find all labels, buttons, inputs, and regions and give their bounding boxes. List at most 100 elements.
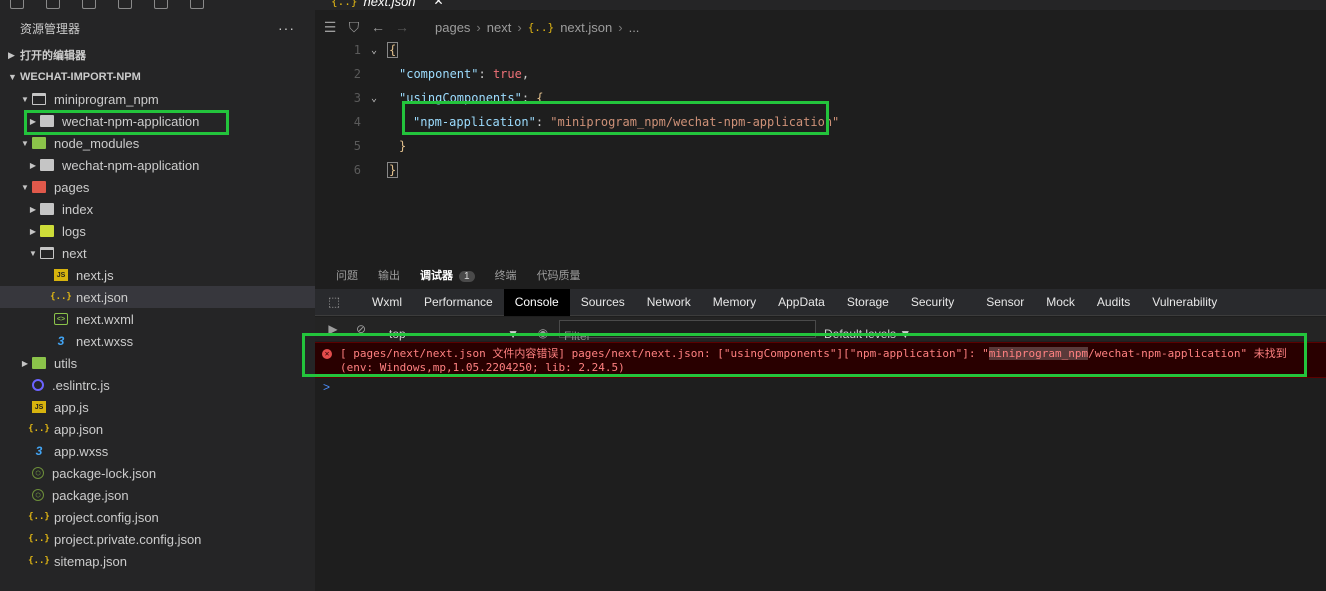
chevron-down-icon[interactable]: ▼ [26, 249, 40, 258]
project-label: WECHAT-IMPORT-NPM [20, 71, 141, 83]
inspect-element-icon[interactable]: ⬚ [319, 294, 349, 310]
json-icon: {..} [28, 512, 50, 522]
devtools-tab-sources[interactable]: Sources [570, 289, 636, 316]
devtools-tab-wxml[interactable]: Wxml [361, 289, 413, 316]
clear-console-icon[interactable]: ⊘ [351, 322, 371, 336]
tree-item[interactable]: .eslintrc.js [0, 374, 315, 396]
activity-bar [0, 0, 315, 12]
devtools-tab-console[interactable]: Console [503, 288, 570, 316]
line-number: 2 [353, 67, 361, 81]
tree-item[interactable]: ▶ index [0, 198, 315, 220]
tree-item[interactable]: ▼ miniprogram_npm [0, 88, 315, 110]
console-prompt[interactable]: > [323, 380, 330, 394]
panel-tab[interactable]: 输出 [378, 267, 400, 283]
context-value: top [389, 327, 406, 341]
chevron-right-icon[interactable]: ▶ [26, 161, 40, 170]
breadcrumb-file[interactable]: next.json [560, 20, 612, 35]
tree-item-label: utils [54, 355, 78, 371]
folder-logs-icon [40, 225, 54, 237]
devtools-tab-sensor[interactable]: Sensor [975, 289, 1035, 316]
tree-item[interactable]: ⬡ package.json [0, 484, 315, 506]
tree-item[interactable]: {..} project.private.config.json [0, 528, 315, 550]
code-line-4: 4 "npm-application": "miniprogram_npm/we… [315, 110, 840, 134]
fold-chevron-icon[interactable]: ⌄ [361, 45, 387, 56]
tree-item[interactable]: {..} project.config.json [0, 506, 315, 528]
tree-item[interactable]: ▶ wechat-npm-application [0, 154, 315, 176]
devtools-tab-network[interactable]: Network [636, 289, 702, 316]
list-icon[interactable]: ☰ [321, 19, 339, 36]
chevron-right-icon[interactable]: ▶ [18, 359, 32, 368]
fold-chevron-icon[interactable]: ⌄ [361, 93, 387, 104]
tree-item[interactable]: JS app.js [0, 396, 315, 418]
breadcrumb-pages[interactable]: pages [435, 20, 470, 35]
editor-tab-bar: {..} next.json ✕ [315, 0, 1326, 10]
debug-icon[interactable] [154, 0, 168, 9]
forward-arrow-icon[interactable]: → [393, 19, 411, 35]
chevron-right-icon: › [476, 19, 481, 35]
chevron-down-icon: ▼ [8, 72, 17, 82]
search-icon[interactable] [46, 0, 60, 9]
chevron-down-icon[interactable]: ▼ [18, 139, 32, 148]
chevron-right-icon[interactable]: ▶ [26, 117, 40, 126]
more-actions-icon[interactable]: ··· [278, 20, 295, 36]
tree-item[interactable]: ⬡ package-lock.json [0, 462, 315, 484]
tree-item[interactable]: ▶ wechat-npm-application [0, 110, 315, 132]
devtools-tab-storage[interactable]: Storage [836, 289, 900, 316]
tree-item[interactable]: <> next.wxml [0, 308, 315, 330]
files-icon[interactable] [10, 0, 24, 9]
devtools-tab-security[interactable]: Security [900, 289, 965, 316]
breadcrumb-next[interactable]: next [487, 20, 512, 35]
open-editors-label: 打开的编辑器 [20, 50, 86, 62]
devtools-tab-memory[interactable]: Memory [702, 289, 767, 316]
chevron-right-icon: › [618, 19, 623, 35]
chevron-down-icon[interactable]: ▼ [18, 95, 32, 104]
tree-item[interactable]: 3 app.wxss [0, 440, 315, 462]
chevron-down-icon[interactable]: ▼ [18, 183, 32, 192]
close-icon[interactable]: ✕ [434, 0, 444, 8]
code-line-2: 2 "component": true, [315, 62, 529, 86]
tab-next-json[interactable]: {..} next.json ✕ [321, 0, 454, 10]
devtools-tab-vulnerability[interactable]: Vulnerability [1141, 289, 1228, 316]
cloud-icon[interactable] [190, 0, 204, 9]
panel-tab[interactable]: 调试器 1 [420, 267, 475, 283]
devtools-tab-audits[interactable]: Audits [1086, 289, 1141, 316]
panel-tab[interactable]: 终端 [495, 267, 517, 283]
panel-tab[interactable]: 代码质量 [537, 267, 581, 283]
devtools-tab-mock[interactable]: Mock [1035, 289, 1086, 316]
panel-tab[interactable]: 问题 [336, 267, 358, 283]
code-token: } [387, 162, 399, 178]
bookmark-icon[interactable]: ⛉ [345, 19, 363, 36]
devtools-tab-appdata[interactable]: AppData [767, 289, 836, 316]
folder-node-icon [32, 137, 46, 149]
tree-item[interactable]: 3 next.wxss [0, 330, 315, 352]
filter-input[interactable]: Filter [559, 320, 816, 341]
tree-item-label: miniprogram_npm [54, 91, 159, 107]
folder-pages-icon [32, 181, 46, 193]
sidebar-toggle-icon[interactable]: ▶ [323, 322, 343, 336]
tree-item[interactable]: JS next.js [0, 264, 315, 286]
extensions-icon[interactable] [118, 0, 132, 9]
tree-item[interactable]: ▼ pages [0, 176, 315, 198]
tree-item-label: app.json [54, 421, 104, 437]
tree-item[interactable]: {..} app.json [0, 418, 315, 440]
devtools-tab-performance[interactable]: Performance [413, 289, 504, 316]
project-section[interactable]: ▼ WECHAT-IMPORT-NPM [0, 66, 315, 88]
tree-item[interactable]: ▼ next [0, 242, 315, 264]
chevron-right-icon[interactable]: ▶ [26, 205, 40, 214]
levels-dropdown[interactable]: Default levels ▼ [824, 317, 911, 341]
code-editor[interactable]: 1 ⌄ { 2 "component": true, 3 ⌄ "usingCom… [315, 38, 1326, 258]
eye-icon[interactable]: ◉ [533, 318, 553, 340]
open-editors-section[interactable]: ▶ 打开的编辑器 [0, 44, 315, 66]
tree-item[interactable]: {..} next.json [0, 286, 315, 308]
context-select[interactable]: top ▼ [389, 317, 519, 341]
source-control-icon[interactable] [82, 0, 96, 9]
breadcrumb-ellipsis[interactable]: ... [629, 20, 640, 35]
back-arrow-icon[interactable]: ← [369, 19, 387, 35]
console-toolbar: ▶ ⊘ top ▼ ◉ Filter Default levels ▼ [315, 317, 1326, 341]
chevron-right-icon: ▶ [8, 49, 15, 60]
tree-item[interactable]: ▶ logs [0, 220, 315, 242]
tree-item[interactable]: {..} sitemap.json [0, 550, 315, 572]
tree-item[interactable]: ▼ node_modules [0, 132, 315, 154]
chevron-right-icon[interactable]: ▶ [26, 227, 40, 236]
tree-item[interactable]: ▶ utils [0, 352, 315, 374]
